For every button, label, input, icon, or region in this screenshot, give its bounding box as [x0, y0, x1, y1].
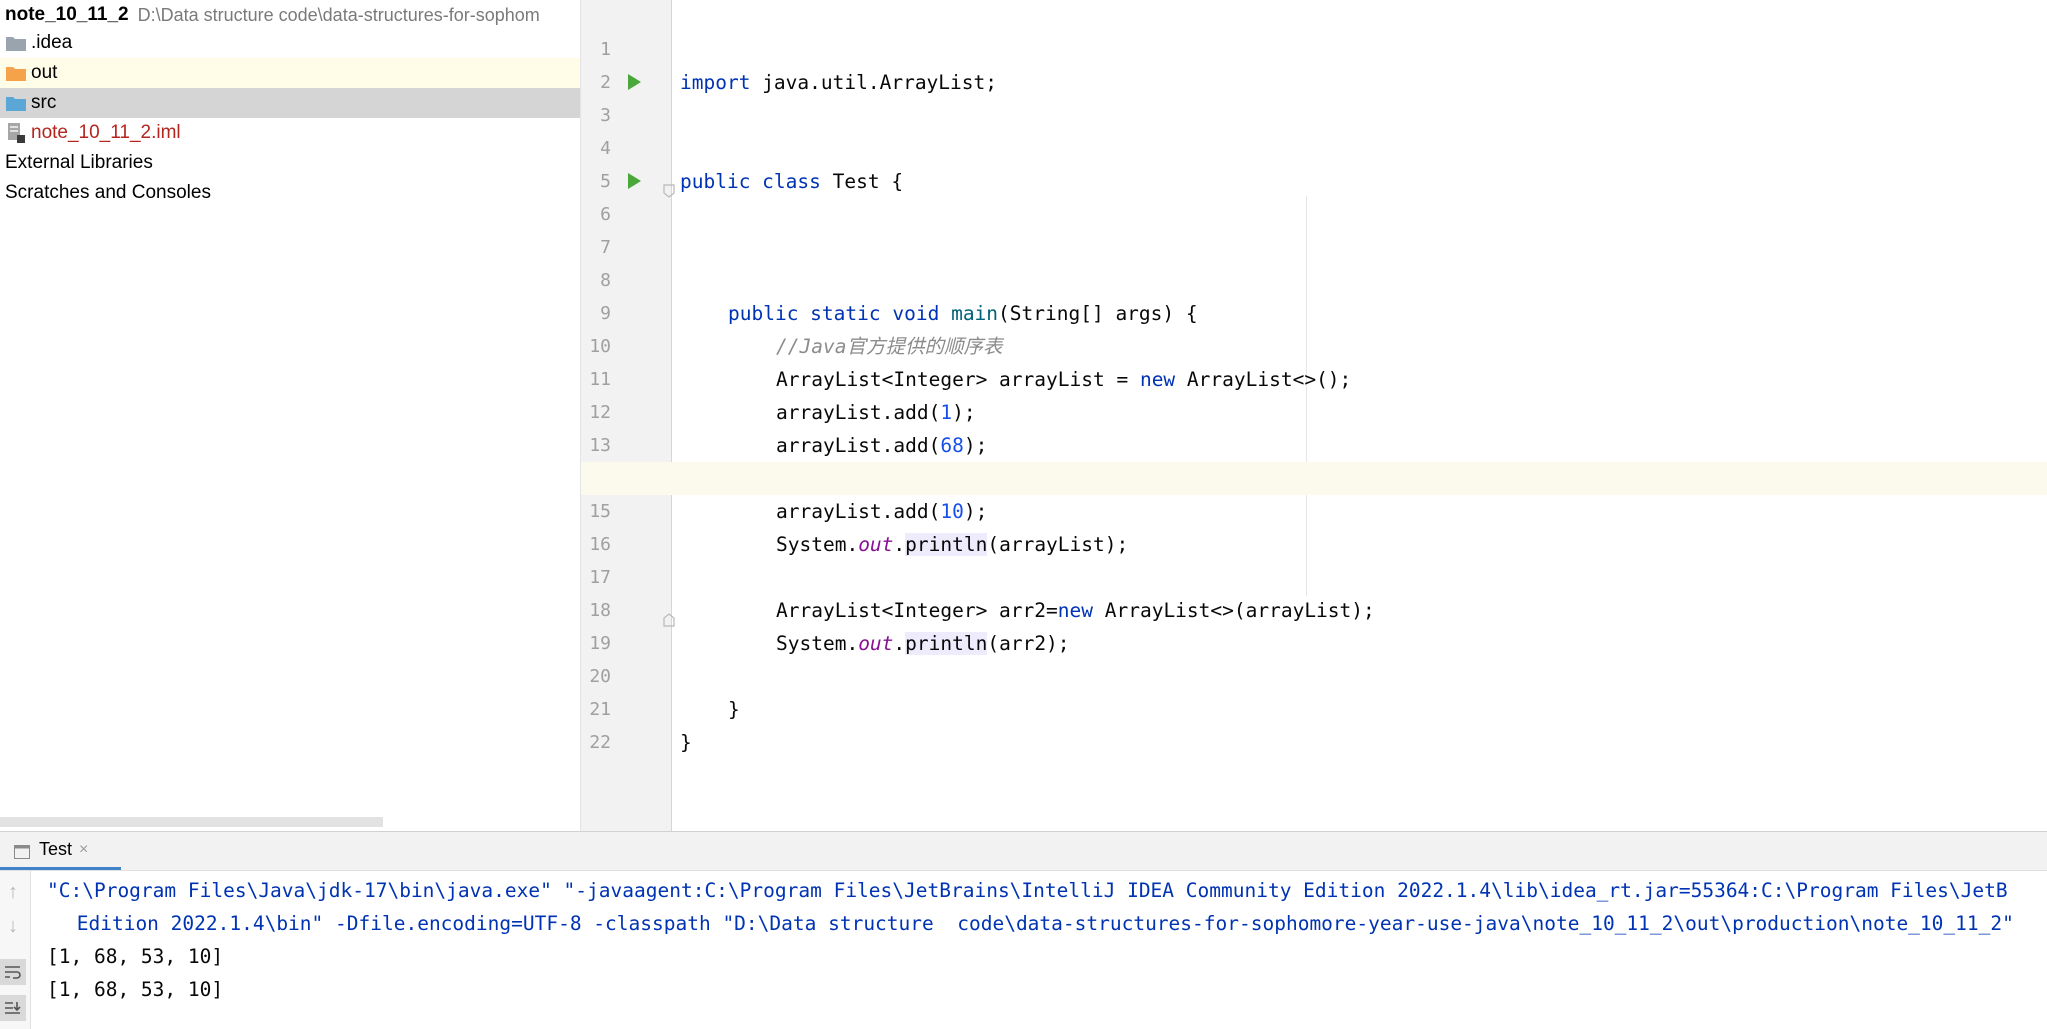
folder-gray-icon	[5, 33, 31, 53]
code-line-17[interactable]: 17 ArrayList<Integer> arr2=new ArrayList…	[581, 528, 2047, 622]
code-line-8[interactable]: 8	[581, 231, 2047, 291]
tree-item-label: External Libraries	[5, 152, 153, 173]
code-line-20[interactable]: 20	[581, 627, 2047, 687]
console-icon	[14, 843, 30, 859]
console-line-command: "C:\Program Files\Java\jdk-17\bin\java.e…	[47, 879, 2008, 902]
horizontal-scrollbar[interactable]	[0, 817, 383, 827]
run-toolbar: ↑ ↓	[0, 871, 31, 1029]
folder-orange-icon	[5, 63, 31, 83]
console-line-output: [1, 68, 53, 10]	[47, 978, 224, 1001]
console-line-output: [1, 68, 53, 10]	[47, 945, 224, 968]
code-line-11[interactable]: 11 arrayList.add(1);	[581, 330, 2047, 424]
tree-item-out[interactable]: out	[0, 58, 580, 88]
code-line-4[interactable]: 4	[581, 99, 2047, 159]
project-panel: note_10_11_2 D:\Data structure code\data…	[0, 0, 581, 831]
run-tab-test[interactable]: Test ×	[0, 832, 121, 870]
code-editor[interactable]: 1 import java.util.ArrayList; 2 3 public…	[581, 0, 2047, 831]
tree-item-label: src	[31, 92, 57, 113]
code-line-7[interactable]: 7	[581, 198, 2047, 258]
tree-item-label: Scratches and Consoles	[5, 182, 211, 203]
tree-item-iml[interactable]: note_10_11_2.iml	[0, 118, 580, 148]
tree-item-scratches[interactable]: Scratches and Consoles	[0, 178, 580, 208]
down-arrow-icon[interactable]: ↓	[0, 913, 26, 939]
soft-wrap-icon[interactable]	[0, 959, 26, 985]
code-line-10[interactable]: 10 ArrayList<Integer> arrayList = new Ar…	[581, 297, 2047, 391]
tree-item-external-libraries[interactable]: External Libraries	[0, 148, 580, 178]
run-tool-window-header: Test ×	[0, 831, 2047, 871]
run-tab-label: Test	[39, 839, 73, 859]
tree-item-idea[interactable]: .idea	[0, 28, 580, 58]
project-root-name: note_10_11_2	[5, 4, 129, 25]
code-line-12[interactable]: 12 arrayList.add(68);	[581, 363, 2047, 457]
iml-file-icon	[5, 123, 31, 143]
console-line-command-cont: Edition 2022.1.4\bin" -Dfile.encoding=UT…	[65, 912, 2014, 935]
code-line-16[interactable]: 16	[581, 495, 2047, 555]
code-line-18[interactable]: 18 System.out.println(arr2);	[581, 561, 2047, 655]
code-line-1[interactable]: 1 import java.util.ArrayList;	[581, 0, 2047, 94]
code-line-13[interactable]: 13 arrayList.add(53);	[581, 396, 2047, 490]
run-main-icon[interactable]	[628, 173, 641, 189]
console-output[interactable]: "C:\Program Files\Java\jdk-17\bin\java.e…	[31, 871, 2047, 1029]
scroll-to-end-icon[interactable]	[0, 995, 26, 1021]
up-arrow-icon[interactable]: ↑	[0, 879, 26, 905]
tree-item-label: .idea	[31, 32, 73, 53]
code-line-5[interactable]: 5	[581, 132, 2047, 192]
tree-item-src[interactable]: src	[0, 88, 580, 118]
project-root[interactable]: note_10_11_2 D:\Data structure code\data…	[0, 0, 580, 30]
code-text: }	[680, 731, 692, 754]
code-line-14[interactable]: 14 arrayList.add(10);	[581, 429, 2047, 523]
code-line-6[interactable]: 6 public static void main(String[] args)…	[581, 165, 2047, 325]
tree-item-label: note_10_11_2.iml	[31, 122, 181, 143]
fold-icon[interactable]	[663, 175, 675, 198]
fold-end-icon[interactable]	[663, 604, 675, 627]
code-line-15[interactable]: 15 System.out.println(arrayList);	[581, 462, 2047, 556]
close-icon[interactable]: ×	[79, 841, 88, 859]
folder-blue-icon	[5, 93, 31, 113]
code-line-21[interactable]: 21 }	[581, 660, 2047, 754]
project-root-path: D:\Data structure code\data-structures-f…	[137, 4, 540, 25]
code-line-2[interactable]: 2	[581, 33, 2047, 93]
code-line-3[interactable]: 3 public class Test {	[581, 66, 2047, 193]
code-line-19[interactable]: 19 }	[581, 594, 2047, 721]
line-number: 22	[589, 732, 611, 753]
run-class-icon[interactable]	[628, 74, 641, 90]
code-line-22[interactable]: 22	[581, 693, 2047, 753]
code-line-9[interactable]: 9 //Java官方提供的顺序表	[581, 264, 2047, 358]
tree-item-label: out	[31, 62, 58, 83]
